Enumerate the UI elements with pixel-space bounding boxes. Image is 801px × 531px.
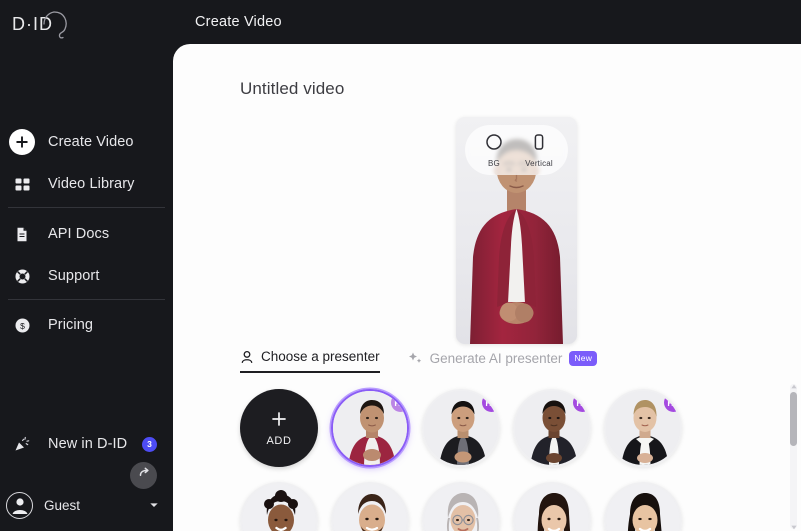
- hq-badge: HQ: [664, 393, 680, 412]
- presenter-item-7[interactable]: [422, 482, 500, 531]
- video-preview[interactable]: BG Vertical: [456, 117, 577, 344]
- document-icon: [8, 220, 36, 248]
- did-logo[interactable]: D·ID: [10, 6, 80, 44]
- megaphone-icon: [8, 430, 36, 458]
- sidebar-item-label: Support: [48, 268, 100, 284]
- presenter-list-scrollbar[interactable]: [790, 384, 797, 529]
- hq-badge: HQ: [482, 393, 498, 412]
- chevron-down-icon[interactable]: [149, 496, 159, 514]
- tab-label: Choose a presenter: [261, 349, 380, 364]
- avatar: [6, 491, 33, 519]
- presenter-cell: HQ: [513, 389, 591, 467]
- sidebar-item-create-video[interactable]: Create Video: [0, 122, 173, 162]
- vertical-frame-icon: [530, 133, 548, 156]
- presenter-item-4[interactable]: HQ: [604, 389, 682, 467]
- sidebar: D·ID Create Video Video Library API Docs…: [0, 0, 173, 531]
- presenter-cell: HQ: [422, 389, 500, 467]
- plus-circle-icon: [8, 128, 36, 156]
- tab-choose-a-presenter[interactable]: Choose a presenter: [240, 349, 380, 373]
- presenter-item-9[interactable]: [604, 482, 682, 531]
- sidebar-divider-2: [8, 299, 165, 300]
- main-panel: Untitled video BG Vertical Choose a pres…: [173, 44, 801, 531]
- presenter-item-6[interactable]: [331, 482, 409, 531]
- tab-generate-ai-presenter[interactable]: Generate AI presenter New: [408, 351, 598, 373]
- sidebar-item-api-docs[interactable]: API Docs: [0, 214, 173, 254]
- presenter-cell: [513, 482, 591, 531]
- lifebuoy-icon: [8, 262, 36, 290]
- sidebar-item-new-in-did[interactable]: New in D-ID 3: [0, 424, 173, 464]
- circle-icon: [485, 133, 503, 156]
- presenter-item-5[interactable]: [240, 482, 318, 531]
- scroll-up-arrow-icon[interactable]: [790, 382, 797, 390]
- grid-icon: [8, 170, 36, 198]
- presenter-tabs: Choose a presenter Generate AI presenter…: [240, 349, 598, 373]
- sidebar-item-support[interactable]: Support: [0, 256, 173, 296]
- hq-badge: HQ: [391, 393, 407, 412]
- presenter-item-3[interactable]: HQ: [513, 389, 591, 467]
- plus-icon: [270, 410, 288, 433]
- presenter-item-1[interactable]: HQ: [331, 389, 409, 467]
- sidebar-item-label: Pricing: [48, 317, 94, 333]
- bg-button[interactable]: BG: [473, 133, 515, 168]
- sidebar-secondary-group: API Docs Support: [0, 214, 173, 296]
- presenter-cell: HQ: [331, 389, 409, 467]
- account-row[interactable]: Guest: [0, 485, 173, 525]
- new-badge: New: [569, 351, 598, 366]
- presenter-item-2[interactable]: HQ: [422, 389, 500, 467]
- account-name: Guest: [44, 497, 81, 513]
- presenter-grid: ADD HQ HQ HQ HQ: [240, 384, 780, 531]
- scrollbar-thumb[interactable]: [790, 392, 797, 446]
- dollar-circle-icon: $: [8, 311, 36, 339]
- vertical-button[interactable]: Vertical: [518, 133, 560, 168]
- sparkle-icon: [408, 351, 423, 366]
- app-root: D·ID Create Video Video Library API Docs…: [0, 0, 801, 531]
- page-header-title: Create Video: [195, 14, 282, 30]
- sidebar-whats-new-group: New in D-ID 3: [0, 424, 173, 464]
- hq-badge: HQ: [573, 393, 589, 412]
- scroll-down-arrow-icon[interactable]: [790, 523, 797, 531]
- presenter-cell: [422, 482, 500, 531]
- collapse-arrow-icon: [137, 466, 151, 485]
- tab-label: Generate AI presenter: [429, 351, 563, 366]
- sidebar-item-video-library[interactable]: Video Library: [0, 164, 173, 204]
- presenter-cell: [331, 482, 409, 531]
- presenter-cell: [604, 482, 682, 531]
- presenter-cell: HQ: [604, 389, 682, 467]
- presenter-cell: [240, 482, 318, 531]
- presenter-item-8[interactable]: [513, 482, 591, 531]
- page-title[interactable]: Untitled video: [240, 79, 344, 99]
- vertical-label: Vertical: [525, 158, 553, 168]
- person-icon: [240, 350, 254, 364]
- add-presenter-cell: ADD: [240, 389, 318, 467]
- preview-overlay-controls: BG Vertical: [465, 125, 568, 175]
- sidebar-primary-group: Create Video Video Library: [0, 122, 173, 204]
- bg-label: BG: [488, 158, 500, 168]
- whats-new-badge: 3: [142, 436, 157, 452]
- sidebar-item-pricing[interactable]: $ Pricing: [0, 305, 173, 345]
- sidebar-item-label: API Docs: [48, 226, 110, 242]
- top-bar: Create Video: [173, 0, 801, 44]
- svg-text:$: $: [20, 321, 25, 331]
- sidebar-item-label: Video Library: [48, 176, 135, 192]
- sidebar-item-label: New in D-ID: [48, 436, 128, 452]
- add-button-label: ADD: [266, 434, 292, 447]
- add-presenter-button[interactable]: ADD: [240, 389, 318, 467]
- sidebar-item-label: Create Video: [48, 134, 134, 150]
- sidebar-collapse-button[interactable]: [130, 462, 157, 489]
- sidebar-divider-1: [8, 207, 165, 208]
- sidebar-tertiary-group: $ Pricing: [0, 305, 173, 345]
